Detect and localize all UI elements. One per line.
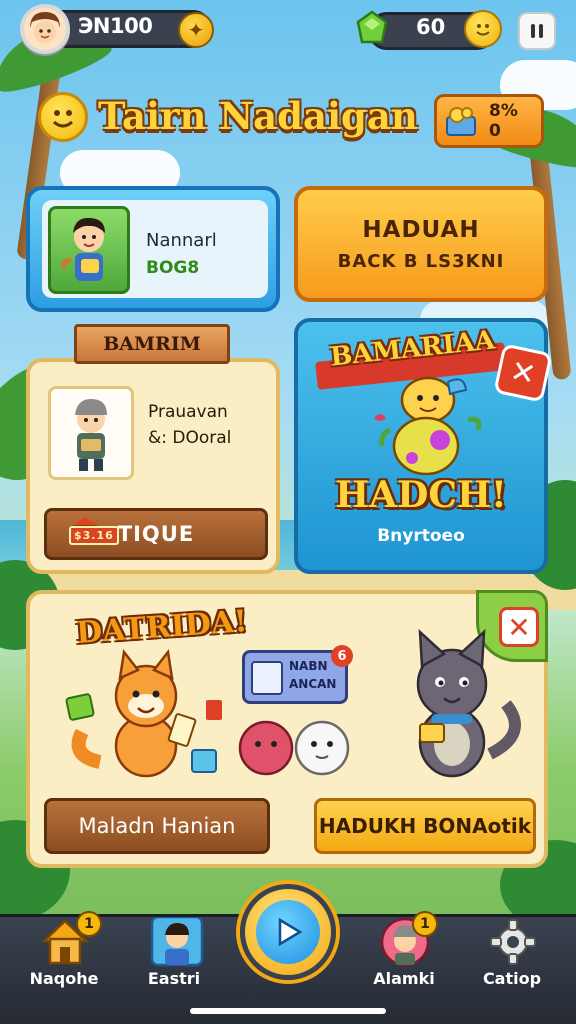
coin-plus-icon[interactable]: ✦ — [178, 12, 214, 48]
treasure-icon — [443, 105, 481, 139]
character-portrait-icon — [150, 915, 204, 967]
smiley-coin-icon[interactable] — [464, 10, 502, 48]
boy-character-icon — [61, 217, 105, 281]
tique-button[interactable]: $3.16 TIQUE — [44, 508, 268, 560]
nav-item-home[interactable]: 1 Naqohe — [14, 911, 114, 1024]
pause-menu-button[interactable] — [518, 12, 556, 50]
character-line2: &: DOoral — [148, 428, 232, 448]
orange-card-title: HADUAH — [362, 216, 480, 243]
stat-value-top: 8% — [489, 101, 518, 121]
profile-name: Nannarl — [146, 230, 217, 251]
gear-icon — [488, 917, 538, 967]
character-line1: Prauavan — [148, 402, 228, 422]
nav-item-settings[interactable]: Catiop — [462, 917, 562, 1024]
price-tag: $3.16 — [69, 526, 119, 545]
nav-label: Alamki — [373, 969, 435, 988]
nav-badge: 1 — [412, 911, 438, 937]
section-ribbon: BAMRIM — [74, 324, 230, 364]
profile-portrait — [48, 206, 130, 294]
character-card[interactable]: Prauavan &: DOoral $3.16 TIQUE — [26, 358, 280, 574]
haduk-bonus-button[interactable]: HADUKH BONAotik — [314, 798, 536, 854]
stat-badge[interactable]: 8% 0 — [434, 94, 544, 148]
home-indicator — [190, 1008, 386, 1014]
play-button[interactable] — [240, 884, 336, 980]
hatch-subtitle: Bnyrtoeo — [377, 526, 465, 546]
avatar-face-icon — [30, 12, 60, 43]
egg-creature-illustration — [356, 370, 496, 480]
orange-action-card[interactable]: HADUAH BACK B LS3KNI — [294, 186, 548, 302]
coin-amount: ЭN100 — [78, 14, 153, 38]
nav-badge: 1 — [76, 911, 102, 937]
close-badge-icon[interactable]: ✕ — [493, 343, 553, 403]
hatch-title: HADCH! — [335, 474, 507, 516]
worker-character-icon — [75, 399, 107, 471]
orange-card-subtitle: BACK B LS3KNI — [337, 250, 505, 272]
profile-sub: BOG8 — [146, 258, 200, 278]
top-bar: ЭN100 ✦ 60 — [0, 0, 576, 60]
game-title: Tairn Nadaigan — [98, 94, 418, 138]
maladn-hanian-button[interactable]: Maladn Hanian — [44, 798, 270, 854]
cat-character-illustration — [380, 624, 530, 784]
tique-button-label: TIQUE — [117, 522, 195, 546]
nav-label: Catiop — [482, 969, 542, 988]
play-icon — [256, 900, 320, 964]
profile-card-inner: Nannarl BOG8 — [42, 200, 268, 298]
pets-illustration — [234, 702, 354, 782]
name-card-badge: 6 — [331, 645, 353, 667]
smiley-icon — [38, 92, 88, 142]
green-gem-icon — [352, 8, 392, 48]
player-name-card: NABN ANCAN 6 — [242, 645, 353, 704]
fox-character-illustration — [60, 644, 230, 784]
character-portrait — [48, 386, 134, 480]
name-card-line1: NABN — [289, 659, 328, 673]
profile-card[interactable]: Nannarl BOG8 — [26, 186, 280, 312]
promo-card[interactable]: DATRIDA! ✕ NABN ANCAN 6 Maladn Hanian HA… — [26, 590, 548, 868]
hatch-card[interactable]: BAMARIAA ✕ HADCH! Bnyrtoeo — [294, 318, 553, 574]
nav-label: Naqohe — [29, 969, 99, 988]
name-card-avatar — [251, 661, 283, 695]
gem-amount: 60 — [416, 15, 446, 39]
name-card-line2: ANCAN — [289, 677, 337, 691]
stat-value-bottom: 0 — [489, 121, 501, 141]
player-avatar[interactable] — [20, 4, 70, 54]
nav-label: Eastri — [147, 969, 201, 988]
